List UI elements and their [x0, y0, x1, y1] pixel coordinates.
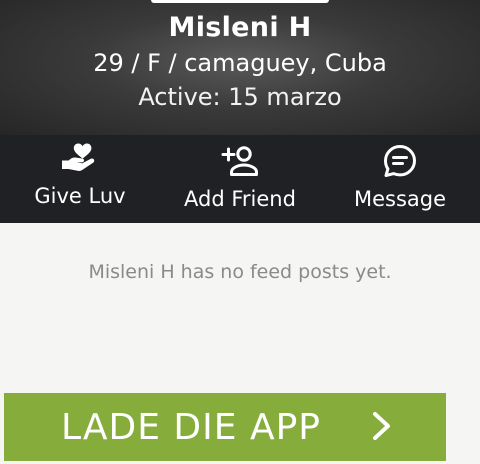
profile-action-bar: Give Luv Add Friend Message — [0, 135, 480, 223]
profile-name: Misleni H — [168, 12, 312, 43]
download-app-label: LADE DIE APP — [61, 407, 321, 448]
message-label: Message — [353, 187, 447, 211]
profile-photo-edge[interactable] — [151, 0, 329, 3]
chevron-right-icon — [373, 412, 390, 440]
message-button[interactable]: Message — [340, 135, 460, 223]
empty-feed-message: Misleni H has no feed posts yet. — [88, 261, 392, 283]
give-luv-button[interactable]: Give Luv — [20, 135, 140, 223]
download-app-banner[interactable]: LADE DIE APP — [4, 393, 446, 461]
give-luv-label: Give Luv — [34, 184, 126, 208]
add-friend-button[interactable]: Add Friend — [170, 135, 310, 223]
add-person-icon — [221, 146, 258, 176]
add-friend-label: Add Friend — [184, 187, 296, 211]
profile-header: Misleni H 29 / F / camaguey, Cuba Active… — [0, 0, 480, 135]
profile-details: 29 / F / camaguey, Cuba — [93, 49, 387, 77]
hand-heart-icon — [62, 143, 95, 171]
chat-bubble-icon — [384, 145, 416, 177]
profile-last-active: Active: 15 marzo — [138, 83, 342, 111]
